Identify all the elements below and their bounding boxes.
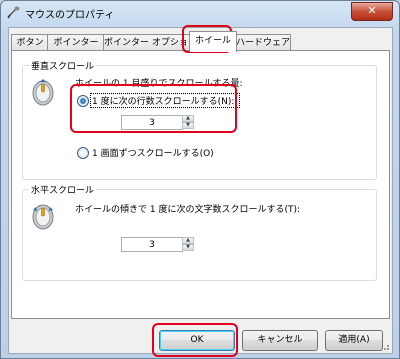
- tab-pointer[interactable]: ポインター: [47, 34, 105, 51]
- vertical-scroll-heading: ホイールの 1 目盛りでスクロールする量:: [75, 79, 243, 89]
- close-icon: ✕: [367, 4, 377, 17]
- window-title: マウスのプロパティ: [25, 10, 115, 21]
- mouse-icon: [7, 6, 20, 19]
- spin-down-icon[interactable]: ▼: [182, 244, 194, 251]
- lines-spinner[interactable]: ▲ ▼: [121, 115, 195, 130]
- tab-wheel[interactable]: ホイール: [189, 31, 237, 52]
- spin-up-icon[interactable]: ▲: [182, 115, 194, 122]
- wheel-tab-panel: 垂直スクロール ホイールの 1 目盛りでスクロールする量: 1 度に次の行数スク…: [11, 50, 390, 319]
- page-radio-label[interactable]: 1 画面ずつスクロールする(O): [92, 146, 214, 159]
- horizontal-scroll-heading: ホイールの傾きで 1 度に次の文字数スクロールする(T):: [75, 205, 301, 215]
- mouse-wheel-icon: [32, 204, 54, 230]
- tab-pointer-options[interactable]: ポインター オプション: [103, 34, 197, 51]
- tab-hardware[interactable]: ハードウェア: [235, 34, 291, 51]
- title-bar[interactable]: マウスのプロパティ ✕: [1, 1, 399, 25]
- mouse-wheel-icon: [32, 79, 54, 106]
- ok-button[interactable]: OK: [159, 330, 235, 351]
- close-button[interactable]: ✕: [351, 2, 393, 21]
- horizontal-scroll-title: 水平スクロール: [29, 183, 97, 196]
- spin-down-icon[interactable]: ▼: [182, 122, 194, 129]
- chars-spinner[interactable]: ▲ ▼: [121, 237, 195, 252]
- lines-radio-label[interactable]: 1 度に次の行数スクロールする(N):: [92, 94, 234, 107]
- chars-input[interactable]: [121, 237, 183, 252]
- lines-radio[interactable]: [77, 95, 89, 107]
- page-radio[interactable]: [77, 147, 89, 159]
- spin-up-icon[interactable]: ▲: [182, 237, 194, 244]
- tab-buttons[interactable]: ボタン: [11, 34, 49, 51]
- vertical-scroll-title: 垂直スクロール: [29, 59, 97, 72]
- properties-window: マウスのプロパティ ✕ ボタン ポインター ポインター オプション ホイール ハ…: [0, 0, 400, 359]
- cancel-button[interactable]: キャンセル: [242, 330, 318, 351]
- lines-input[interactable]: [121, 115, 183, 130]
- vertical-scroll-group: 垂直スクロール ホイールの 1 目盛りでスクロールする量: 1 度に次の行数スク…: [22, 59, 377, 180]
- horizontal-scroll-group: 水平スクロール ホイールの傾きで 1 度に次の文字数スクロールする(T): ▲ …: [22, 183, 377, 281]
- apply-button[interactable]: 適用(A): [325, 330, 383, 351]
- resize-grip-icon[interactable]: [380, 341, 390, 351]
- dialog-client: ボタン ポインター ポインター オプション ホイール ハードウェア 垂直スクロー…: [8, 27, 393, 354]
